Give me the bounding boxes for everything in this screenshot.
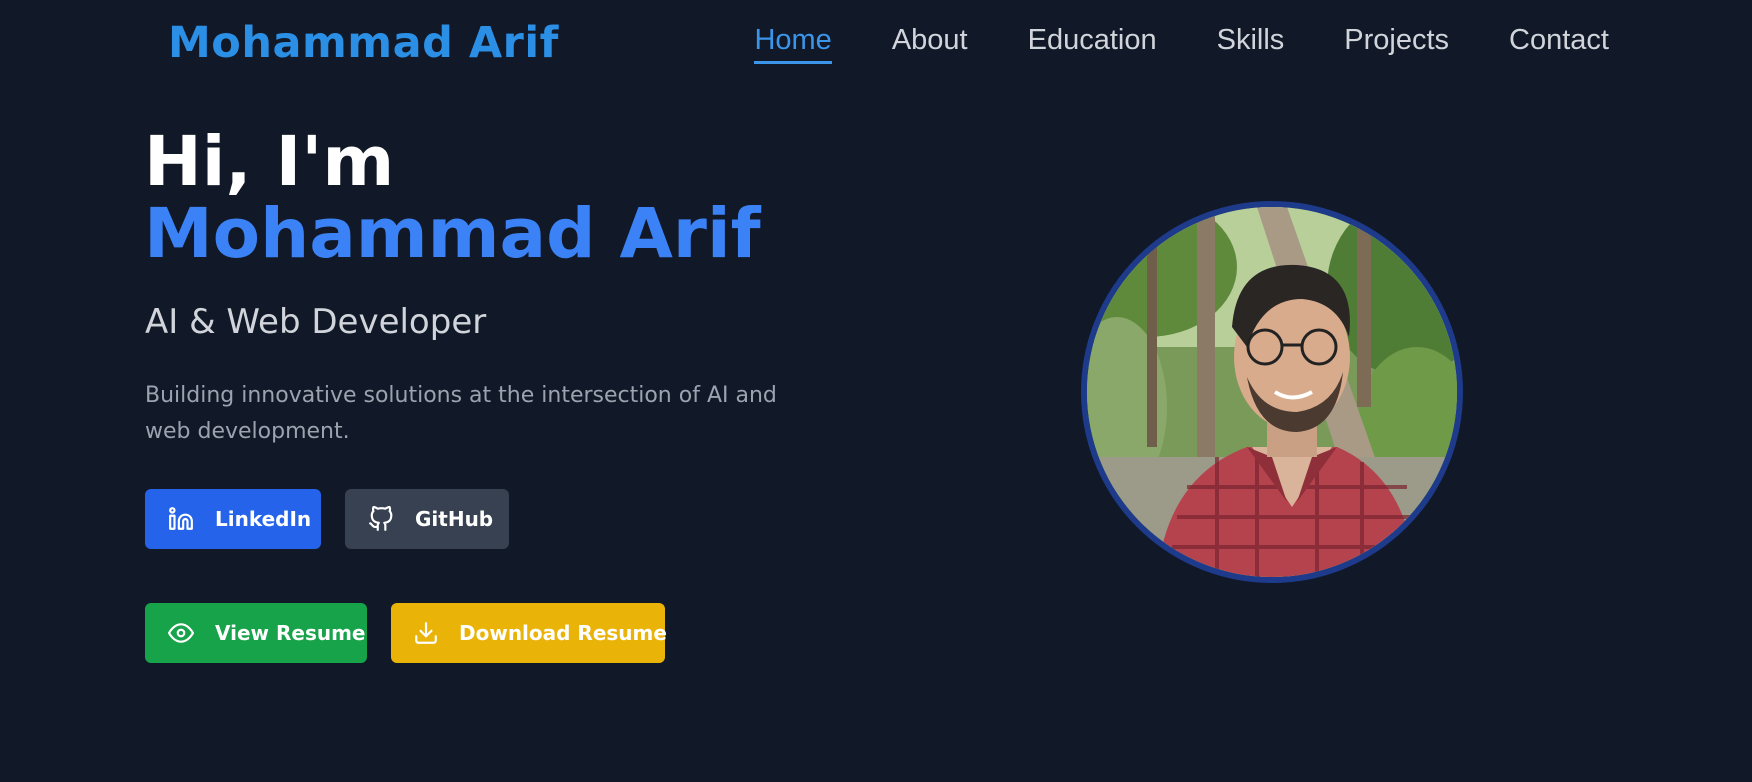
- linkedin-button[interactable]: LinkedIn: [145, 489, 321, 549]
- view-resume-button-label: View Resume: [215, 621, 366, 645]
- nav-link-home[interactable]: Home: [754, 24, 832, 64]
- linkedin-icon: [167, 505, 195, 533]
- site-logo[interactable]: Mohammad Arif: [168, 18, 559, 68]
- hero-subtitle: AI & Web Developer: [145, 302, 487, 342]
- hero-description: Building innovative solutions at the int…: [145, 383, 777, 444]
- nav-link-skills[interactable]: Skills: [1217, 24, 1285, 64]
- download-resume-button-label: Download Resume: [459, 621, 667, 645]
- github-icon: [367, 505, 395, 533]
- navbar: Mohammad Arif Home About Education Skill…: [0, 0, 1752, 92]
- download-icon: [413, 619, 439, 647]
- linkedin-button-label: LinkedIn: [215, 507, 312, 531]
- download-resume-button[interactable]: Download Resume: [391, 603, 667, 663]
- github-button[interactable]: GitHub: [345, 489, 509, 549]
- nav-link-about[interactable]: About: [892, 24, 968, 64]
- nav-link-projects[interactable]: Projects: [1344, 24, 1449, 64]
- hero-title: Hi, I'm Mohammad Arif: [144, 126, 844, 270]
- nav-link-contact[interactable]: Contact: [1509, 24, 1609, 64]
- hero-greeting: Hi, I'm: [144, 122, 395, 202]
- nav-link-education[interactable]: Education: [1028, 24, 1157, 64]
- nav-menu: Home About Education Skills Projects Con…: [754, 24, 1609, 64]
- github-button-label: GitHub: [415, 507, 494, 531]
- hero-name: Mohammad Arif: [144, 194, 761, 274]
- profile-photo: [1081, 201, 1463, 583]
- eye-icon: [167, 619, 195, 647]
- view-resume-button[interactable]: View Resume: [145, 603, 367, 663]
